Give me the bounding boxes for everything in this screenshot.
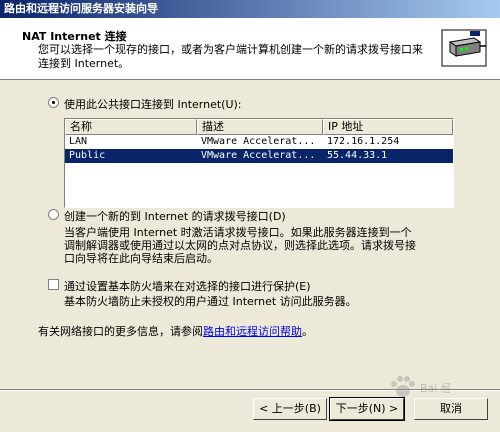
window-title-bar: 路由和远程访问服务器安装向导 — [0, 0, 500, 18]
routing-help-link[interactable]: 路由和远程访问帮助 — [203, 325, 302, 338]
help-info-suffix: 。 — [302, 325, 313, 338]
firewall-label[interactable]: 通过设置基本防火墙来在对选择的接口进行保护(E) — [64, 278, 311, 294]
firewall-checkbox[interactable] — [48, 279, 59, 290]
interface-description: VMware Accelerat... — [201, 136, 316, 147]
description-line: 调制解调器或使用通过以太网的点对点协议，则选择此选项。请求拨号接 — [64, 239, 416, 252]
interface-name: LAN — [69, 136, 88, 147]
description-line: 口向导将在此向导结束后启动。 — [64, 252, 218, 265]
interface-ip: 172.16.1.254 — [327, 136, 400, 147]
wizard-header: NAT Internet 连接 您可以选择一个现存的接口，或者为客户端计算机创建… — [0, 18, 500, 80]
column-header-name[interactable]: 名称 — [65, 119, 197, 135]
interface-ip: 55.44.33.1 — [327, 150, 388, 161]
interface-description: VMware Accelerat... — [201, 150, 316, 161]
table-row[interactable]: LAN VMware Accelerat... 172.16.1.254 — [65, 135, 453, 149]
back-button[interactable]: < 上一步(B) — [253, 398, 327, 420]
create-demand-dial-description: 当客户端使用 Internet 时激活请求拨号接口。如果此服务器连接到一个 调制… — [64, 226, 416, 265]
help-info-prefix: 有关网络接口的更多信息，请参阅 — [38, 325, 203, 338]
interface-list-header: 名称 描述 IP 地址 — [65, 119, 453, 135]
use-existing-interface-radio[interactable] — [48, 97, 59, 108]
baidu-jingyan-watermark: Bai 经验 — [391, 376, 450, 397]
use-existing-interface-label[interactable]: 使用此公共接口连接到 Internet(U): — [64, 96, 242, 112]
column-header-description[interactable]: 描述 — [197, 119, 323, 135]
create-demand-dial-label[interactable]: 创建一个新的到 Internet 的请求拨号接口(D) — [64, 208, 286, 224]
watermark-text: Bai 经验 — [420, 381, 450, 395]
column-header-ip[interactable]: IP 地址 — [323, 119, 453, 135]
create-demand-dial-radio[interactable] — [48, 209, 59, 220]
firewall-description: 基本防火墙防止未授权的用户通过 Internet 访问此服务器。 — [64, 295, 357, 308]
description-line: 当客户端使用 Internet 时激活请求拨号接口。如果此服务器连接到一个 — [64, 226, 412, 239]
help-info-text: 有关网络接口的更多信息，请参阅路由和远程访问帮助。 — [38, 323, 313, 339]
table-row[interactable]: Public VMware Accelerat... 55.44.33.1 — [65, 149, 453, 163]
page-description: 您可以选择一个现存的接口，或者为客户端计算机创建一个新的请求拨号接口来连接到 I… — [38, 43, 423, 70]
page-title: NAT Internet 连接 — [22, 30, 127, 43]
network-router-icon — [441, 29, 487, 67]
interface-name: Public — [69, 150, 106, 161]
interface-list[interactable]: 名称 描述 IP 地址 LAN VMware Accelerat... 172.… — [64, 118, 454, 208]
window-title: 路由和远程访问服务器安装向导 — [4, 2, 158, 15]
